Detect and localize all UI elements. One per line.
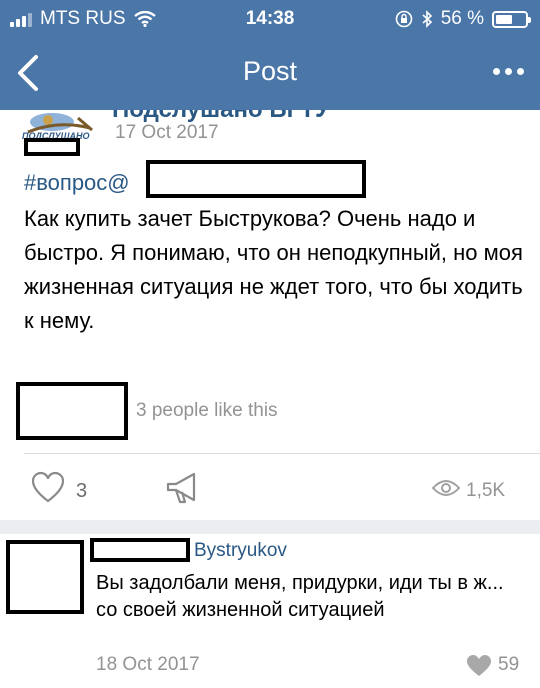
hashtag[interactable]: #вопрос@ [24, 170, 130, 196]
redaction-box [16, 382, 128, 440]
eye-icon [432, 480, 460, 496]
post-date: 17 Oct 2017 [115, 122, 219, 143]
redaction-box [24, 138, 80, 156]
section-separator [0, 520, 540, 534]
heart-icon[interactable] [466, 654, 492, 678]
redaction-box [146, 160, 366, 198]
heart-icon[interactable] [30, 470, 66, 506]
status-bar: MTS RUS 14:38 56 % [0, 0, 540, 38]
redaction-box [6, 540, 84, 614]
comment-reply-to[interactable]: Bystryukov [194, 540, 287, 562]
post-actions: 3 1,5K [0, 470, 540, 514]
comment-like-count: 59 [498, 654, 520, 675]
bluetooth-icon [422, 10, 432, 28]
post-card: Подслушано БГТУ ПОДСЛУШАНО 17 Oct 2017 #… [0, 110, 540, 520]
lock-rotation-icon [395, 10, 412, 28]
battery-percent: 56 % [440, 8, 484, 29]
battery-icon [492, 10, 531, 28]
comment-text: Вы задолбали меня, придурки, иди ты в ж.… [96, 572, 504, 621]
divider [24, 453, 540, 454]
likes-summary[interactable]: 3 people like this [136, 400, 278, 422]
redaction-box [90, 538, 190, 562]
status-right: 56 % [395, 8, 531, 30]
more-icon[interactable] [493, 68, 524, 75]
page-title: Post [242, 56, 298, 86]
comment-date: 18 Oct 2017 [96, 654, 200, 675]
navbar: Post [0, 38, 540, 110]
comment: Bystryukov Вы задолбали меня, придурки, … [0, 534, 540, 688]
share-icon[interactable] [164, 470, 204, 506]
like-count: 3 [76, 480, 88, 502]
app-header: MTS RUS 14:38 56 % Post [0, 0, 540, 110]
post-text: Как купить зачет Быструкова? Очень надо … [24, 206, 523, 333]
view-count: 1,5K [466, 480, 506, 501]
